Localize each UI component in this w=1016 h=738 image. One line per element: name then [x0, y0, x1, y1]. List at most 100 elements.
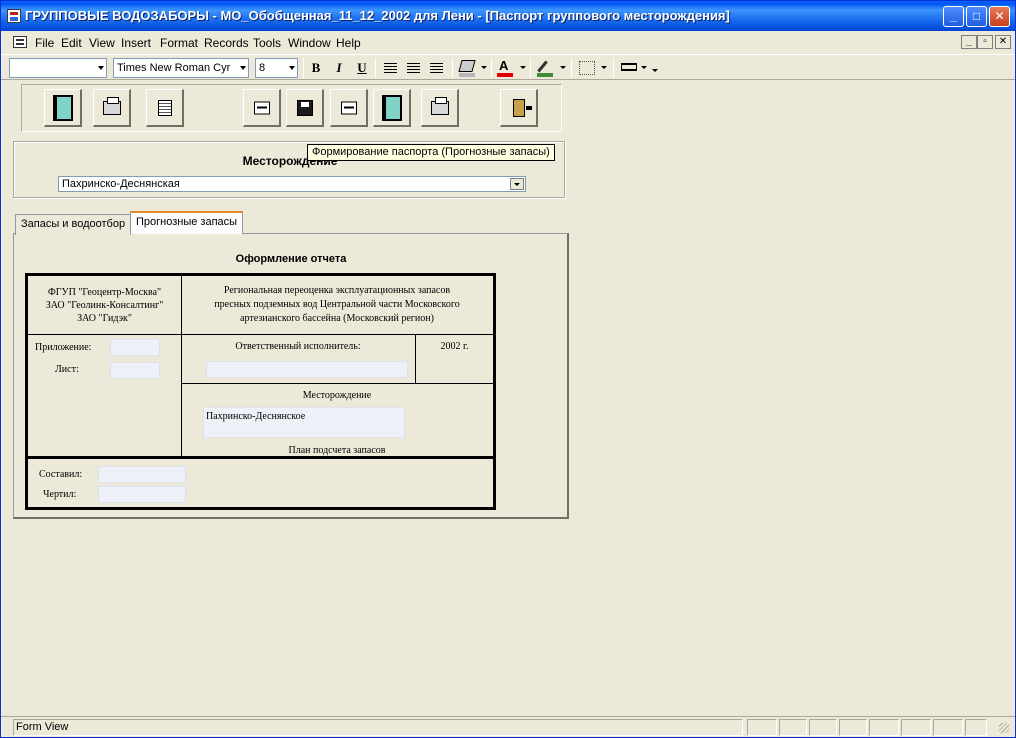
command-button-6[interactable]: [330, 89, 368, 127]
description-line-3: артезианского бассейна (Московский регио…: [240, 313, 434, 324]
line-color-swatch: [537, 73, 553, 77]
menu-tools[interactable]: Tools: [253, 36, 281, 50]
chevron-down-icon[interactable]: [510, 178, 524, 190]
book-icon: [381, 94, 402, 121]
toolbar-separator: [571, 58, 572, 78]
tab-reserves-and-withdrawal[interactable]: Запасы и водоотбор: [15, 214, 132, 235]
fill-color-icon[interactable]: [458, 60, 476, 72]
maximize-button[interactable]: □: [966, 6, 987, 27]
formatting-toolbar: Times New Roman Cyr 8 B I U A: [1, 54, 1015, 80]
report-divider: [181, 383, 493, 384]
toolbar-separator: [452, 58, 453, 78]
menu-format[interactable]: Format: [160, 36, 198, 50]
status-cell: [747, 719, 777, 736]
font-size-value: 8: [259, 62, 266, 74]
status-cell: [869, 719, 899, 736]
appendix-field[interactable]: [110, 339, 160, 356]
status-cell: [779, 719, 807, 736]
status-cell: [901, 719, 931, 736]
menu-view[interactable]: View: [89, 36, 115, 50]
access-app-icon[interactable]: [7, 9, 21, 23]
italic-button[interactable]: I: [329, 59, 349, 77]
font-size-combo[interactable]: 8: [255, 58, 298, 78]
chevron-down-icon: [289, 66, 295, 70]
book-icon: [52, 94, 73, 121]
menu-edit[interactable]: Edit: [61, 36, 82, 50]
align-center-icon[interactable]: [407, 63, 420, 73]
maximize-icon: □: [972, 9, 981, 23]
responsible-label: Ответственный исполнитель:: [235, 341, 361, 352]
chevron-down-icon: [98, 66, 104, 70]
chevron-down-icon[interactable]: [560, 66, 566, 69]
mdi-minimize-button[interactable]: _: [961, 35, 977, 49]
menu-bar: File Edit View Insert Format Records Too…: [1, 32, 1015, 53]
chevron-down-icon[interactable]: [520, 66, 526, 69]
underline-button[interactable]: U: [352, 59, 372, 77]
toolbar-separator: [303, 58, 304, 78]
command-button-1[interactable]: [44, 89, 82, 127]
compiled-label: Составил:: [39, 469, 83, 480]
exit-door-icon: [512, 98, 532, 117]
report-divider: [28, 334, 493, 335]
save-icon: [296, 99, 313, 116]
toolbar-options-icon[interactable]: [652, 69, 658, 72]
menu-file[interactable]: File: [35, 36, 54, 50]
menu-help[interactable]: Help: [336, 36, 361, 50]
plan-label: План подсчета запасов: [288, 445, 386, 456]
close-button[interactable]: ✕: [989, 6, 1010, 27]
special-effect-icon[interactable]: [621, 63, 637, 71]
command-button-7[interactable]: [373, 89, 411, 127]
toolbar-separator: [530, 58, 531, 78]
chevron-down-icon[interactable]: [481, 66, 487, 69]
org-line-2: ЗАО "Геолинк-Консалтинг": [45, 300, 164, 311]
responsible-field[interactable]: [206, 361, 408, 378]
fill-color-swatch: [459, 73, 475, 77]
minimize-button[interactable]: _: [943, 6, 964, 27]
line-color-icon[interactable]: [537, 60, 548, 73]
toolbar-separator: [491, 58, 492, 78]
description-line-2: пресных подземных вод Центральной части …: [214, 299, 460, 310]
chevron-down-icon[interactable]: [641, 66, 647, 69]
command-button-4[interactable]: [243, 89, 281, 127]
title-bar[interactable]: ГРУППОВЫЕ ВОДОЗАБОРЫ - МО_Обобщенная_11_…: [1, 1, 1015, 31]
font-name-combo[interactable]: Times New Roman Cyr: [113, 58, 249, 78]
mdi-restore-button[interactable]: ▫: [977, 35, 993, 49]
report-deposit-label: Месторождение: [302, 390, 372, 401]
menu-window[interactable]: Window: [288, 36, 331, 50]
printer-icon: [102, 96, 121, 115]
org-line-1: ФГУП "Геоцентр-Москва": [47, 287, 162, 298]
command-button-2[interactable]: [93, 89, 131, 127]
deposit-select[interactable]: Пахринско-Деснянская: [58, 176, 526, 192]
status-cell: [809, 719, 837, 736]
compiled-field[interactable]: [98, 466, 186, 483]
chevron-down-icon: [240, 66, 246, 70]
command-button-5[interactable]: [286, 89, 324, 127]
bold-button[interactable]: B: [306, 59, 326, 77]
font-color-icon[interactable]: A: [499, 58, 508, 73]
toolbar-separator: [375, 58, 376, 78]
align-right-icon[interactable]: [430, 63, 443, 73]
mdi-close-button[interactable]: ✕: [995, 35, 1011, 49]
window-title: ГРУППОВЫЕ ВОДОЗАБОРЫ - МО_Обобщенная_11_…: [25, 8, 730, 23]
status-cell: [933, 719, 963, 736]
line-width-icon[interactable]: [579, 61, 595, 75]
status-bar: Form View: [1, 716, 1015, 737]
form-document-icon[interactable]: [13, 36, 27, 48]
resize-grip-icon[interactable]: [999, 723, 1009, 733]
menu-insert[interactable]: Insert: [121, 36, 151, 50]
form-icon: [253, 101, 270, 114]
report-title: Оформление отчета: [235, 253, 347, 265]
sheet-field[interactable]: [110, 362, 160, 379]
align-left-icon[interactable]: [384, 63, 397, 73]
font-color-swatch: [497, 73, 513, 77]
status-text: Form View: [13, 719, 743, 736]
menu-records[interactable]: Records: [204, 36, 249, 50]
command-button-8[interactable]: [421, 89, 459, 127]
tab-forecast-reserves[interactable]: Прогнозные запасы: [130, 211, 244, 234]
command-button-3[interactable]: [146, 89, 184, 127]
object-combo[interactable]: [9, 58, 107, 78]
drawn-field[interactable]: [98, 486, 186, 503]
chevron-down-icon[interactable]: [601, 66, 607, 69]
report-deposit-field[interactable]: Пахринско-Деснянское: [203, 407, 405, 438]
command-button-9[interactable]: [500, 89, 538, 127]
